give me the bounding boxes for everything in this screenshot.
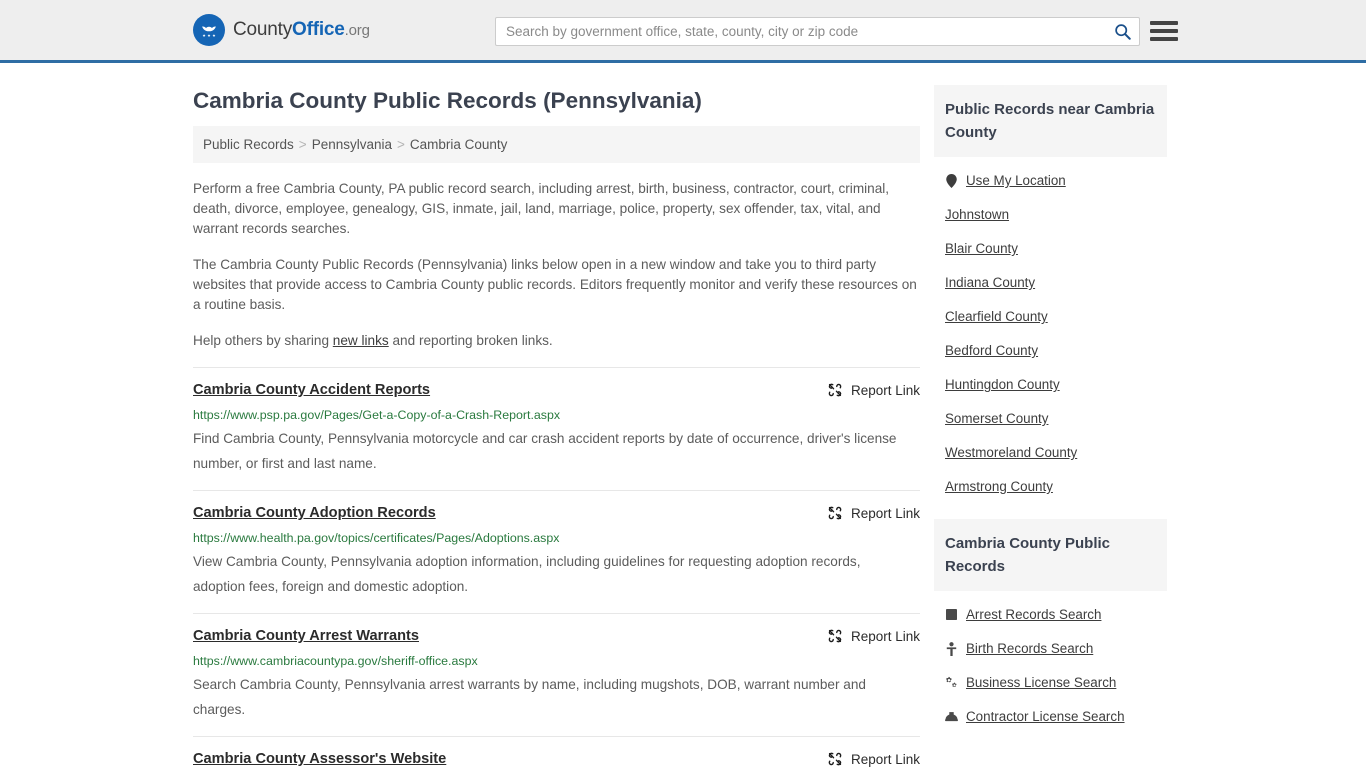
sidebar-link-bedford-county[interactable]: Bedford County xyxy=(945,343,1038,358)
unlink-icon xyxy=(828,383,842,397)
result-item: Cambria County Accident Reports Report L… xyxy=(193,367,920,490)
intro-paragraph-1: Perform a free Cambria County, PA public… xyxy=(193,181,890,236)
report-link-label: Report Link xyxy=(850,382,920,398)
sidebar-nearby-title: Public Records near Cambria County xyxy=(934,85,1167,157)
sidebar-link-armstrong-county[interactable]: Armstrong County xyxy=(945,479,1053,494)
sidebar-nearby-list: Use My Location Johnstown Blair County I… xyxy=(934,157,1167,503)
result-item: Cambria County Adoption Records Report L… xyxy=(193,490,920,613)
sidebar-item-johnstown[interactable]: Johnstown xyxy=(934,197,1167,231)
page-title: Cambria County Public Records (Pennsylva… xyxy=(193,88,702,113)
search-button[interactable] xyxy=(1105,18,1139,45)
result-description: Find Cambria County, Pennsylvania motorc… xyxy=(193,431,897,471)
result-url: https://www.psp.pa.gov/Pages/Get-a-Copy-… xyxy=(193,408,561,422)
sidebar-item-contractor-license-search[interactable]: Contractor License Search xyxy=(934,699,1167,733)
sidebar-link-arrest-records-search[interactable]: Arrest Records Search xyxy=(966,607,1101,622)
sidebar-link-indiana-county[interactable]: Indiana County xyxy=(945,275,1035,290)
result-title-link[interactable]: Cambria County Adoption Records xyxy=(193,504,436,523)
breadcrumb-separator: > xyxy=(397,137,405,152)
sidebar-item-armstrong-county[interactable]: Armstrong County xyxy=(934,469,1167,503)
site-header: CountyOffice.org xyxy=(0,0,1366,63)
site-logo-text: CountyOffice.org xyxy=(233,19,370,41)
report-link-label: Report Link xyxy=(850,751,920,767)
report-link-label: Report Link xyxy=(850,505,920,521)
breadcrumb-item-cambria-county[interactable]: Cambria County xyxy=(410,137,508,152)
search-bar[interactable] xyxy=(495,17,1140,46)
sidebar-link-johnstown[interactable]: Johnstown xyxy=(945,207,1009,222)
unlink-icon xyxy=(828,506,842,520)
intro-paragraph-3: Help others by sharing new links and rep… xyxy=(193,331,920,351)
breadcrumb: Public Records > Pennsylvania > Cambria Coun… xyxy=(193,126,920,163)
breadcrumb-item-pennsylvania[interactable]: Pennsylvania xyxy=(312,137,392,152)
hamburger-menu-icon[interactable] xyxy=(1150,19,1178,43)
sidebar-item-westmoreland-county[interactable]: Westmoreland County xyxy=(934,435,1167,469)
sidebar-item-birth-records-search[interactable]: Birth Records Search xyxy=(934,631,1167,665)
fingerprint-square-icon xyxy=(945,607,958,622)
result-description: View Cambria County, Pennsylvania adopti… xyxy=(193,554,861,594)
report-link-button[interactable]: Report Link xyxy=(827,381,920,398)
result-item: Cambria County Assessor's Website Report… xyxy=(193,736,920,768)
sidebar-link-use-my-location[interactable]: Use My Location xyxy=(966,173,1066,188)
hamburger-bar xyxy=(1150,37,1178,41)
result-title-link[interactable]: Cambria County Assessor's Website xyxy=(193,750,446,768)
sidebar-link-contractor-license-search[interactable]: Contractor License Search xyxy=(966,709,1125,724)
intro-paragraph-2: The Cambria County Public Records (Penns… xyxy=(193,257,917,312)
unlink-icon xyxy=(828,752,842,766)
sidebar-link-clearfield-county[interactable]: Clearfield County xyxy=(945,309,1048,324)
brand-part-org: .org xyxy=(344,22,370,39)
page-container: Cambria County Public Records (Pennsylva… xyxy=(0,63,1366,768)
sidebar-item-bedford-county[interactable]: Bedford County xyxy=(934,333,1167,367)
result-url: https://www.cambriacountypa.gov/sheriff-… xyxy=(193,654,478,668)
brand-part-county: County xyxy=(233,19,293,40)
hard-hat-icon xyxy=(945,709,958,724)
intro-text: Perform a free Cambria County, PA public… xyxy=(193,179,920,351)
brand-part-office: Office xyxy=(292,19,345,40)
share-text-before: Help others by sharing xyxy=(193,333,333,348)
sidebar-link-somerset-county[interactable]: Somerset County xyxy=(945,411,1048,426)
sidebar-item-huntingdon-county[interactable]: Huntingdon County xyxy=(934,367,1167,401)
eagle-seal-icon xyxy=(193,14,225,46)
report-link-button[interactable]: Report Link xyxy=(827,627,920,644)
sidebar-item-somerset-county[interactable]: Somerset County xyxy=(934,401,1167,435)
search-input[interactable] xyxy=(496,18,1105,45)
sidebar-link-blair-county[interactable]: Blair County xyxy=(945,241,1018,256)
sidebar-item-blair-county[interactable]: Blair County xyxy=(934,231,1167,265)
cogs-icon xyxy=(945,675,958,690)
report-link-button[interactable]: Report Link xyxy=(827,504,920,521)
result-title-link[interactable]: Cambria County Arrest Warrants xyxy=(193,627,419,646)
main-content: Cambria County Public Records (Pennsylva… xyxy=(193,63,920,768)
site-logo[interactable]: CountyOffice.org xyxy=(193,14,370,46)
hamburger-bar xyxy=(1150,29,1178,33)
sidebar-link-birth-records-search[interactable]: Birth Records Search xyxy=(966,641,1093,656)
sidebar-item-business-license-search[interactable]: Business License Search xyxy=(934,665,1167,699)
breadcrumb-item-public-records[interactable]: Public Records xyxy=(203,137,294,152)
sidebar-records-list: Arrest Records Search Birth Records Sear… xyxy=(934,591,1167,733)
result-title-link[interactable]: Cambria County Accident Reports xyxy=(193,381,430,400)
breadcrumb-separator: > xyxy=(298,137,307,152)
map-pin-icon xyxy=(945,173,958,188)
baby-icon xyxy=(945,641,958,656)
result-description: Search Cambria County, Pennsylvania arre… xyxy=(193,677,866,717)
share-text-after: and reporting broken links. xyxy=(388,333,553,348)
sidebar-item-clearfield-county[interactable]: Clearfield County xyxy=(934,299,1167,333)
sidebar-item-use-my-location[interactable]: Use My Location xyxy=(934,163,1167,197)
sidebar-records-title: Cambria County Public Records xyxy=(934,519,1167,591)
sidebar-link-huntingdon-county[interactable]: Huntingdon County xyxy=(945,377,1060,392)
result-url: https://www.health.pa.gov/topics/certifi… xyxy=(193,531,560,545)
sidebar-link-business-license-search[interactable]: Business License Search xyxy=(966,675,1116,690)
sidebar: Public Records near Cambria County Use M… xyxy=(934,63,1167,733)
report-link-label: Report Link xyxy=(850,628,920,644)
result-item: Cambria County Arrest Warrants Report Li… xyxy=(193,613,920,736)
hamburger-bar xyxy=(1150,21,1178,25)
sidebar-item-arrest-records-search[interactable]: Arrest Records Search xyxy=(934,597,1167,631)
new-links-link[interactable]: new links xyxy=(333,333,389,348)
sidebar-item-indiana-county[interactable]: Indiana County xyxy=(934,265,1167,299)
unlink-icon xyxy=(828,629,842,643)
report-link-button[interactable]: Report Link xyxy=(827,750,920,767)
search-icon xyxy=(1114,24,1131,40)
sidebar-link-westmoreland-county[interactable]: Westmoreland County xyxy=(945,445,1077,460)
